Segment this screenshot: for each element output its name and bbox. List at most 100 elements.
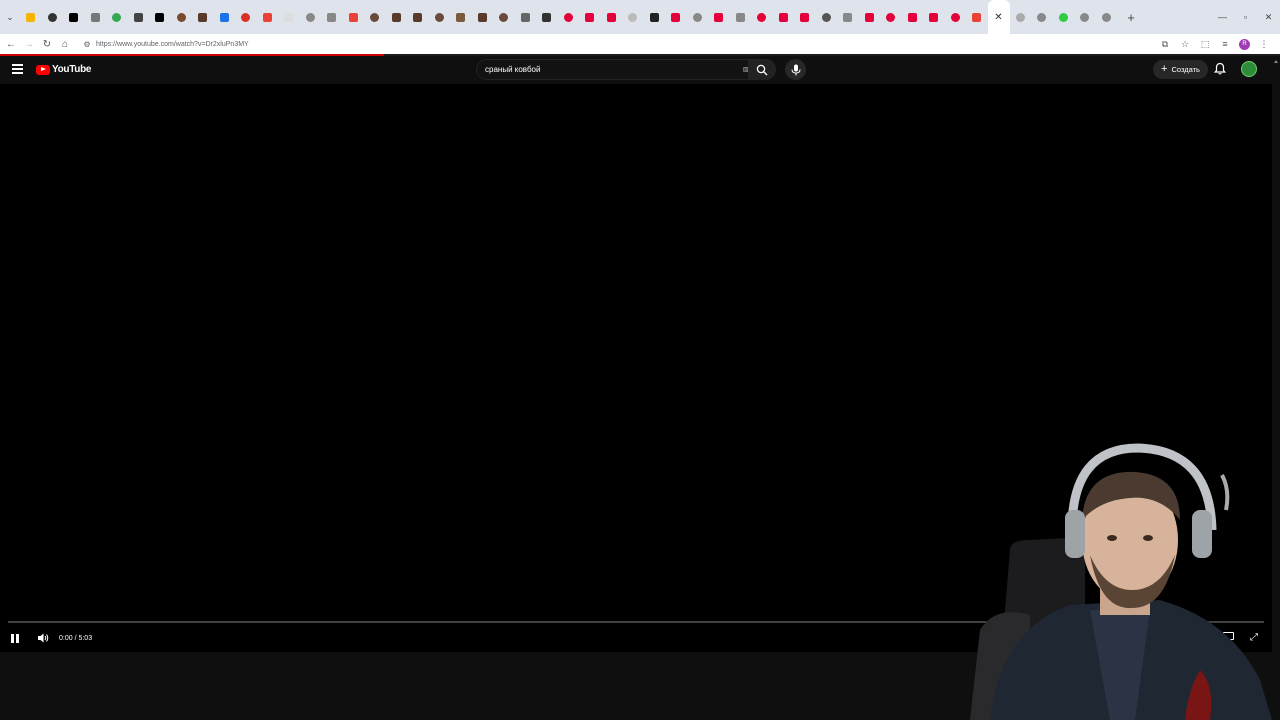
browser-tab[interactable]: [235, 0, 257, 34]
tab-favicon-icon: [843, 12, 853, 22]
browser-tab[interactable]: [1096, 0, 1118, 34]
voice-search-button[interactable]: [785, 59, 806, 80]
browser-tab[interactable]: [751, 0, 773, 34]
browser-tab[interactable]: [622, 0, 644, 34]
browser-tab[interactable]: [171, 0, 193, 34]
microphone-icon: [791, 64, 800, 75]
tab-favicon-icon: [520, 12, 530, 22]
browser-tab[interactable]: [321, 0, 343, 34]
tab-favicon-icon: [778, 12, 788, 22]
site-info-icon[interactable]: ⚙: [80, 40, 94, 49]
browser-tab[interactable]: [601, 0, 623, 34]
install-app-icon[interactable]: ⧉: [1155, 39, 1175, 50]
browser-tab[interactable]: [794, 0, 816, 34]
browser-tab[interactable]: [837, 0, 859, 34]
close-tab-icon[interactable]: ✕: [994, 12, 1002, 23]
tab-favicon-icon: [305, 12, 315, 22]
browser-menu-icon[interactable]: ⋮: [1254, 39, 1274, 50]
browser-tab[interactable]: [859, 0, 881, 34]
browser-tab[interactable]: [816, 0, 838, 34]
browser-tab[interactable]: [472, 0, 494, 34]
browser-tab[interactable]: [364, 0, 386, 34]
tab-favicon-icon: [671, 12, 681, 22]
browser-tab[interactable]: [773, 0, 795, 34]
browser-tab[interactable]: [1053, 0, 1075, 34]
browser-tab[interactable]: [192, 0, 214, 34]
extensions-icon[interactable]: ⬚: [1195, 39, 1215, 50]
browser-tab[interactable]: [880, 0, 902, 34]
maximize-icon[interactable]: ▫: [1234, 0, 1257, 34]
browser-tab[interactable]: [63, 0, 85, 34]
browser-tab[interactable]: [214, 0, 236, 34]
reload-icon[interactable]: ↻: [38, 39, 56, 50]
browser-tab[interactable]: [450, 0, 472, 34]
browser-tab[interactable]: [106, 0, 128, 34]
browser-tab[interactable]: [966, 0, 988, 34]
bookmark-star-icon[interactable]: ☆: [1175, 39, 1195, 50]
browser-tab[interactable]: [515, 0, 537, 34]
browser-tab[interactable]: [343, 0, 365, 34]
browser-tab[interactable]: [257, 0, 279, 34]
account-avatar[interactable]: [1241, 61, 1257, 77]
browser-tab[interactable]: [687, 0, 709, 34]
tab-favicon-icon: [585, 12, 595, 22]
address-bar[interactable]: ⚙ https://www.youtube.com/watch?v=Dr2xlu…: [80, 36, 1140, 52]
back-icon[interactable]: ←: [2, 39, 20, 50]
search-button[interactable]: [748, 59, 776, 80]
tab-favicon-icon: [284, 12, 294, 22]
notifications-bell-icon[interactable]: [1213, 62, 1227, 76]
browser-tab[interactable]: [149, 0, 171, 34]
browser-tab[interactable]: [42, 0, 64, 34]
browser-tab[interactable]: [429, 0, 451, 34]
browser-tab[interactable]: [923, 0, 945, 34]
browser-tab[interactable]: [536, 0, 558, 34]
page-scrollbar[interactable]: [1272, 56, 1280, 720]
tab-favicon-icon: [198, 12, 208, 22]
browser-tab[interactable]: [128, 0, 150, 34]
tab-favicon-icon: [413, 12, 423, 22]
browser-tab[interactable]: [493, 0, 515, 34]
tab-search-chevron-icon[interactable]: ⌄: [0, 0, 20, 34]
browser-tab[interactable]: [665, 0, 687, 34]
close-window-icon[interactable]: ✕: [1257, 0, 1280, 34]
profile-avatar[interactable]: R: [1239, 38, 1250, 50]
menu-icon[interactable]: [12, 64, 23, 74]
search-box[interactable]: сраный ковбой ⌨ ✕: [476, 59, 776, 80]
browser-tab[interactable]: [20, 0, 42, 34]
forward-icon[interactable]: →: [20, 39, 38, 50]
home-icon[interactable]: ⌂: [56, 39, 74, 50]
browser-tab[interactable]: [730, 0, 752, 34]
minimize-icon[interactable]: —: [1211, 0, 1234, 34]
browser-tab[interactable]: [708, 0, 730, 34]
browser-tab[interactable]: [1010, 0, 1032, 34]
url-text[interactable]: https://www.youtube.com/watch?v=Dr2xluPn…: [96, 41, 249, 48]
create-button[interactable]: + Создать: [1153, 60, 1208, 79]
youtube-logo[interactable]: YouTube: [36, 64, 92, 75]
browser-tab-active[interactable]: ✕: [987, 0, 1010, 34]
tab-favicon-icon: [327, 12, 337, 22]
youtube-play-logo-icon: [36, 64, 50, 75]
time-display: 0:00 / 5:03: [59, 634, 93, 642]
browser-tab[interactable]: [300, 0, 322, 34]
tab-favicon-icon: [972, 12, 982, 22]
browser-tab[interactable]: [644, 0, 666, 34]
tab-favicon-icon: [542, 12, 552, 22]
browser-tab[interactable]: [407, 0, 429, 34]
tab-favicon-icon: [563, 12, 573, 22]
browser-tab[interactable]: [85, 0, 107, 34]
youtube-header: YouTube сраный ковбой ⌨ ✕ + Создать: [0, 56, 1280, 84]
browser-tab[interactable]: [386, 0, 408, 34]
browser-tab[interactable]: [1031, 0, 1053, 34]
new-tab-button[interactable]: +: [1121, 10, 1141, 25]
scroll-up-arrow-icon[interactable]: [1274, 60, 1278, 63]
browser-tab[interactable]: [579, 0, 601, 34]
pause-icon[interactable]: [11, 633, 21, 643]
browser-tab[interactable]: [902, 0, 924, 34]
media-control-icon[interactable]: ≡: [1215, 39, 1235, 49]
browser-tab[interactable]: [945, 0, 967, 34]
browser-tab[interactable]: [558, 0, 580, 34]
search-input[interactable]: сраный ковбой: [485, 65, 743, 74]
browser-tab[interactable]: [278, 0, 300, 34]
browser-tab[interactable]: [1074, 0, 1096, 34]
volume-icon[interactable]: [37, 632, 49, 644]
